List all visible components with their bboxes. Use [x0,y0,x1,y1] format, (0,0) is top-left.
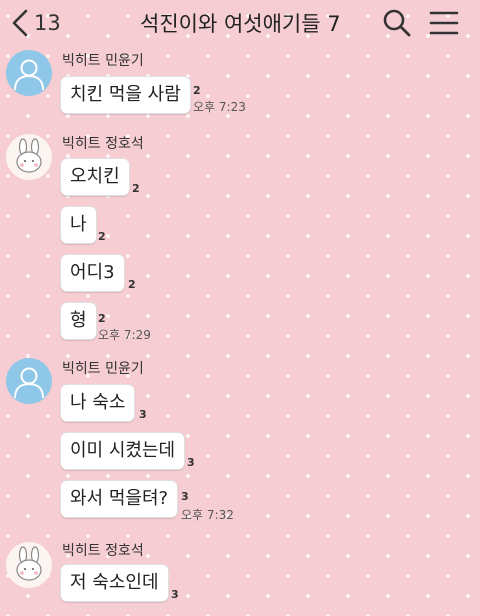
bunny-profile-icon[interactable] [6,134,52,180]
message-bubble[interactable]: 치킨 먹을 사람 [60,76,191,114]
unread-chats-count: 13 [34,11,61,35]
message-bubble[interactable]: 이미 시켰는데 [60,432,186,470]
message-bubble[interactable]: 오치킨 [60,158,130,196]
chat-room-title: 석진이와 여섯애기들 7 [140,12,341,36]
unread-count: 2 [98,312,106,325]
unread-count: 2 [98,230,106,243]
sender-name: 빅히트 정호석 [62,543,144,559]
message-bubble[interactable]: 나 숙소 [60,384,136,422]
default-profile-icon[interactable] [6,50,52,96]
unread-count: 2 [128,278,136,291]
bunny-profile-icon[interactable] [6,542,52,588]
message-bubble[interactable]: 와서 먹을텨? [60,480,179,518]
message-time: 오후 7:23 [193,100,246,114]
back-button[interactable]: 13 [10,6,61,40]
search-button[interactable] [382,8,412,38]
message-bubble[interactable]: 어디3 [60,254,125,292]
message-time: 오후 7:32 [181,508,234,522]
unread-count: 2 [132,182,140,195]
message-bubble[interactable]: 나 [60,206,97,244]
unread-count: 2 [193,84,201,97]
hamburger-menu-icon [429,11,459,35]
message-bubble[interactable]: 저 숙소인데 [60,564,169,602]
search-icon [383,9,411,37]
sender-name: 빅히트 민윤기 [62,53,144,69]
menu-button[interactable] [428,9,460,37]
sender-name: 빅히트 민윤기 [62,361,144,377]
unread-count: 3 [171,588,179,601]
default-profile-icon[interactable] [6,358,52,404]
unread-count: 3 [139,408,147,421]
message-bubble[interactable]: 형 [60,302,97,340]
chat-header: 13 석진이와 여섯애기들 7 [0,0,480,46]
unread-count: 3 [181,490,189,503]
unread-count: 3 [187,456,195,469]
message-time: 오후 7:29 [98,328,151,342]
sender-name: 빅히트 정호석 [62,136,144,152]
chevron-left-icon [12,9,28,37]
